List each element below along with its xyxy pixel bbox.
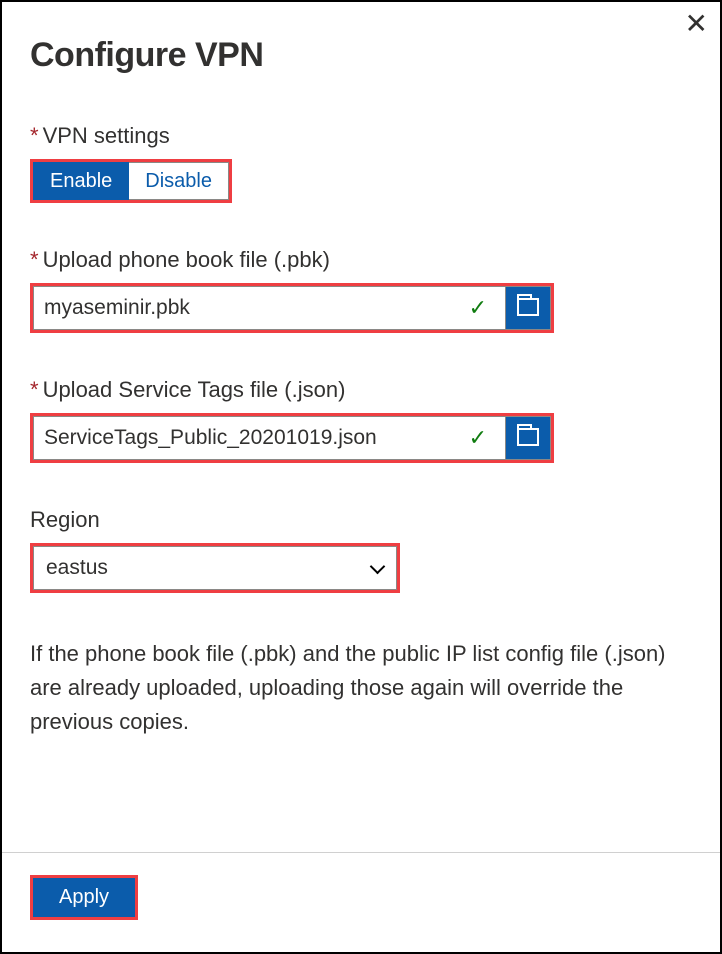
folder-icon: [517, 300, 539, 316]
vpn-toggle: Enable Disable: [30, 159, 232, 203]
servicetags-file-row: ServiceTags_Public_20201019.json ✓: [30, 413, 554, 463]
chevron-down-icon: [370, 561, 384, 575]
pbk-file-row: myaseminir.pbk ✓: [30, 283, 554, 333]
region-label: Region: [30, 507, 692, 533]
required-indicator: *: [30, 123, 39, 148]
field-servicetags-upload: *Upload Service Tags file (.json) Servic…: [30, 377, 692, 463]
pbk-file-input[interactable]: myaseminir.pbk ✓: [33, 286, 505, 330]
apply-wrap: Apply: [30, 875, 138, 920]
vpn-settings-label: *VPN settings: [30, 123, 692, 149]
label-text: Upload phone book file (.pbk): [43, 247, 330, 272]
pbk-label: *Upload phone book file (.pbk): [30, 247, 692, 273]
field-region: Region eastus: [30, 507, 692, 593]
servicetags-browse-button[interactable]: [505, 416, 551, 460]
region-select[interactable]: eastus: [33, 546, 397, 590]
vpn-disable-button[interactable]: Disable: [129, 162, 229, 200]
label-text: VPN settings: [43, 123, 170, 148]
required-indicator: *: [30, 247, 39, 272]
region-value: eastus: [46, 556, 108, 580]
region-select-wrap: eastus: [30, 543, 400, 593]
pbk-file-value: myaseminir.pbk: [44, 296, 190, 320]
servicetags-file-value: ServiceTags_Public_20201019.json: [44, 426, 377, 450]
field-pbk-upload: *Upload phone book file (.pbk) myasemini…: [30, 247, 692, 333]
close-icon[interactable]: ✕: [685, 10, 708, 38]
info-note: If the phone book file (.pbk) and the pu…: [30, 637, 670, 739]
page-title: Configure VPN: [30, 36, 692, 75]
required-indicator: *: [30, 377, 39, 402]
vpn-enable-button[interactable]: Enable: [33, 162, 129, 200]
folder-icon: [517, 430, 539, 446]
field-vpn-settings: *VPN settings Enable Disable: [30, 123, 692, 203]
check-icon: ✓: [469, 295, 495, 321]
check-icon: ✓: [469, 425, 495, 451]
footer: Apply: [2, 852, 720, 952]
pbk-browse-button[interactable]: [505, 286, 551, 330]
apply-button[interactable]: Apply: [33, 878, 135, 917]
servicetags-file-input[interactable]: ServiceTags_Public_20201019.json ✓: [33, 416, 505, 460]
label-text: Region: [30, 507, 100, 532]
servicetags-label: *Upload Service Tags file (.json): [30, 377, 692, 403]
label-text: Upload Service Tags file (.json): [43, 377, 346, 402]
